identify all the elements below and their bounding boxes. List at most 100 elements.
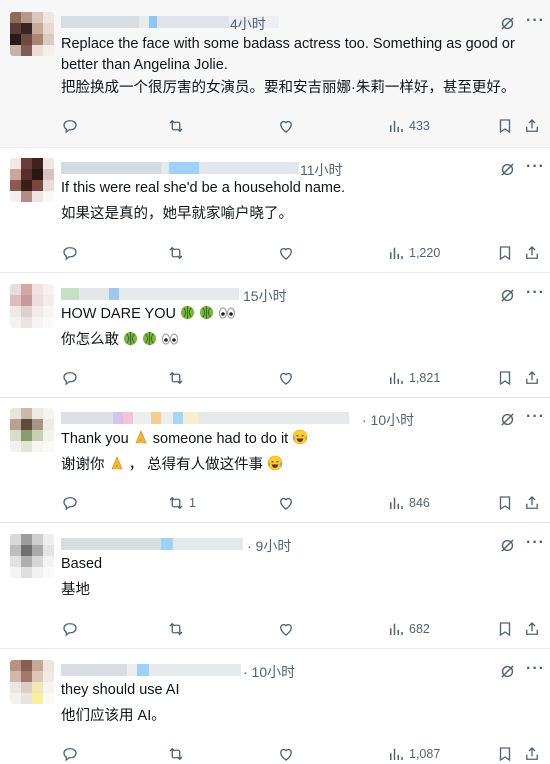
- bookmark-button[interactable]: [496, 493, 514, 513]
- reply-item[interactable]: 11小时 ··· If this were real she'd be a ho…: [0, 148, 550, 273]
- views-button[interactable]: 1,220: [387, 243, 440, 263]
- views-icon: [390, 372, 403, 384]
- reply-text-en-part1: Thank you: [61, 431, 129, 447]
- praying-hands-emoji-icon: [135, 430, 147, 444]
- reply-button[interactable]: [61, 116, 79, 136]
- like-button[interactable]: [277, 368, 295, 388]
- reply-item[interactable]: 4小时 ··· Replace the face with some badas…: [0, 0, 550, 148]
- more-icon[interactable]: ···: [526, 408, 545, 426]
- laughing-emoji-icon: [267, 455, 283, 471]
- avatar[interactable]: [10, 158, 54, 202]
- bookmark-icon: [499, 371, 511, 386]
- retweet-button[interactable]: [167, 368, 189, 388]
- timestamp[interactable]: · 10小时: [362, 410, 414, 430]
- more-icon[interactable]: ···: [526, 12, 545, 30]
- bookmark-button[interactable]: [496, 243, 514, 263]
- like-icon: [280, 748, 292, 761]
- share-button[interactable]: [523, 368, 541, 388]
- grok-icon[interactable]: [499, 161, 516, 178]
- like-icon: [280, 247, 292, 260]
- bookmark-button[interactable]: [496, 619, 514, 639]
- timestamp[interactable]: 4小时: [230, 14, 266, 34]
- views-button[interactable]: 1,821: [387, 368, 440, 388]
- reply-text-en: they should use AI: [61, 682, 180, 698]
- blurred-username[interactable]: [61, 411, 349, 425]
- timestamp[interactable]: · 9小时: [247, 536, 291, 556]
- reply-item[interactable]: · 9小时 ··· Based 基地 682: [0, 523, 550, 649]
- timestamp[interactable]: · 10小时: [243, 662, 295, 682]
- reply-icon: [63, 120, 77, 134]
- reply-button[interactable]: [61, 493, 79, 513]
- action-bar: 682: [0, 619, 550, 639]
- reply-button[interactable]: [61, 243, 79, 263]
- views-icon: [390, 497, 403, 509]
- action-bar: 1,220: [0, 243, 550, 263]
- avatar[interactable]: [10, 534, 54, 578]
- blurred-username[interactable]: [61, 663, 241, 677]
- share-icon: [526, 622, 538, 635]
- like-icon: [280, 497, 292, 510]
- blurred-username[interactable]: [61, 537, 243, 551]
- blurred-username[interactable]: [61, 161, 299, 175]
- reply-text-zh: 基地: [61, 582, 90, 598]
- retweet-button[interactable]: [167, 619, 189, 639]
- grok-icon[interactable]: [499, 663, 516, 680]
- like-button[interactable]: [277, 619, 295, 639]
- grok-icon[interactable]: [499, 15, 516, 32]
- reply-button[interactable]: [61, 368, 79, 388]
- like-button[interactable]: [277, 243, 295, 263]
- reply-icon: [63, 748, 77, 762]
- views-button[interactable]: 1,087: [387, 744, 440, 764]
- avatar[interactable]: [10, 12, 54, 56]
- retweet-button[interactable]: [167, 116, 189, 136]
- views-icon: [390, 120, 403, 132]
- share-button[interactable]: [523, 744, 541, 764]
- timestamp[interactable]: 15小时: [243, 286, 287, 306]
- retweet-button[interactable]: 1: [167, 493, 196, 513]
- share-button[interactable]: [523, 116, 541, 136]
- reply-text-en-part2: someone had to do it: [152, 431, 289, 447]
- action-bar: 1,087: [0, 744, 550, 764]
- avatar[interactable]: [10, 408, 54, 452]
- reply-button[interactable]: [61, 744, 79, 764]
- more-icon[interactable]: ···: [526, 534, 545, 552]
- more-icon[interactable]: ···: [526, 158, 545, 176]
- like-button[interactable]: [277, 116, 295, 136]
- bookmark-icon: [499, 119, 511, 134]
- share-button[interactable]: [523, 619, 541, 639]
- melon-emoji-icon: [180, 305, 195, 320]
- bookmark-button[interactable]: [496, 368, 514, 388]
- reply-button[interactable]: [61, 619, 79, 639]
- views-button[interactable]: 433: [387, 116, 430, 136]
- views-icon: [390, 623, 403, 635]
- grok-icon[interactable]: [499, 411, 516, 428]
- reply-text-zh-part2: ， 总得有人做这件事: [128, 457, 264, 473]
- share-icon: [526, 246, 538, 259]
- retweet-button[interactable]: [167, 744, 189, 764]
- grok-icon[interactable]: [499, 537, 516, 554]
- reply-text-zh: 谢谢你 ， 总得有人做这件事: [61, 455, 283, 476]
- views-button[interactable]: 682: [387, 619, 430, 639]
- like-button[interactable]: [277, 744, 295, 764]
- share-button[interactable]: [523, 493, 541, 513]
- grok-icon[interactable]: [499, 287, 516, 304]
- bookmark-button[interactable]: [496, 116, 514, 136]
- reply-item[interactable]: · 10小时 ··· Thank you someone had to do i…: [0, 398, 550, 523]
- bookmark-icon: [499, 246, 511, 261]
- reply-item[interactable]: · 10小时 ··· they should use AI 他们应该用 AI。 …: [0, 649, 550, 762]
- views-button[interactable]: 846: [387, 493, 430, 513]
- more-icon[interactable]: ···: [526, 284, 545, 302]
- avatar[interactable]: [10, 284, 54, 328]
- like-button[interactable]: [277, 493, 295, 513]
- retweet-icon: [169, 246, 183, 260]
- reply-item[interactable]: 15小时 ··· HOW DARE YOU 你怎么敢 1,821: [0, 273, 550, 398]
- retweet-button[interactable]: [167, 243, 189, 263]
- bookmark-button[interactable]: [496, 744, 514, 764]
- share-button[interactable]: [523, 243, 541, 263]
- reply-text-en-content: HOW DARE YOU: [61, 306, 176, 322]
- timestamp[interactable]: 11小时: [300, 160, 343, 180]
- avatar[interactable]: [10, 660, 54, 704]
- blurred-username[interactable]: [61, 287, 239, 301]
- more-icon[interactable]: ···: [526, 660, 545, 678]
- action-bar: 433: [0, 116, 550, 136]
